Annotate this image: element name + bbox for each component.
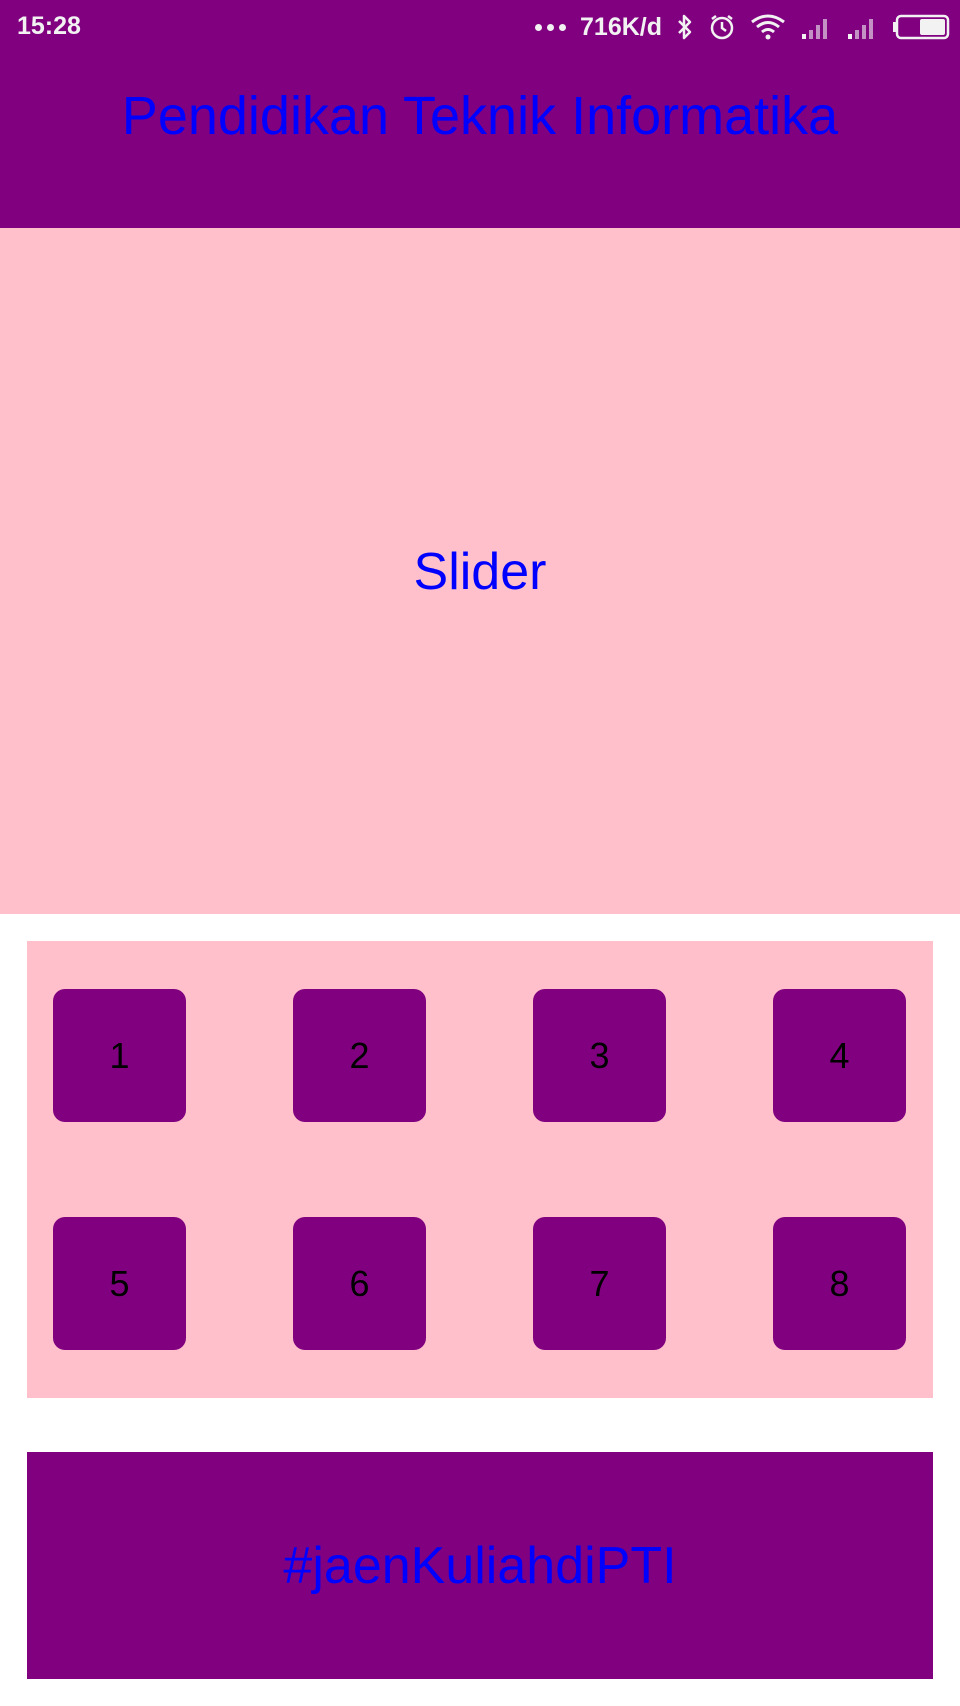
menu-tile-6[interactable]: 6 [293,1217,426,1350]
network-speed: 716K/d [580,12,662,41]
signal-2-icon [848,19,873,39]
menu-tile-3[interactable]: 3 [533,989,666,1122]
battery-icon [893,14,950,40]
menu-tile-1[interactable]: 1 [53,989,186,1122]
menu-tile-8[interactable]: 8 [773,1217,906,1350]
footer-hashtag: #jaenKuliahdiPTI [283,1536,677,1595]
menu-tile-4[interactable]: 4 [773,989,906,1122]
menu-tile-5[interactable]: 5 [53,1217,186,1350]
menu-tile-7[interactable]: 7 [533,1217,666,1350]
bluetooth-icon [678,14,692,40]
more-dots-icon [535,23,567,31]
signal-1-icon [802,19,827,39]
app-screen: 15:28 716K/d Pendidikan Teknik Informati… [0,0,960,1706]
menu-tile-2[interactable]: 2 [293,989,426,1122]
status-icons: 716K/d [535,10,950,44]
footer-banner: #jaenKuliahdiPTI [27,1452,933,1679]
app-header: 15:28 716K/d Pendidikan Teknik Informati… [0,0,960,228]
status-time: 15:28 [17,12,81,40]
alarm-icon [710,15,734,40]
menu-grid: 1 2 3 4 5 6 7 8 [27,941,933,1398]
slider-label: Slider [413,543,547,601]
wifi-icon [751,14,785,40]
slider-banner[interactable]: Slider [0,228,960,914]
status-bar: 15:28 716K/d [0,0,960,54]
page-title: Pendidikan Teknik Informatika [121,86,839,146]
